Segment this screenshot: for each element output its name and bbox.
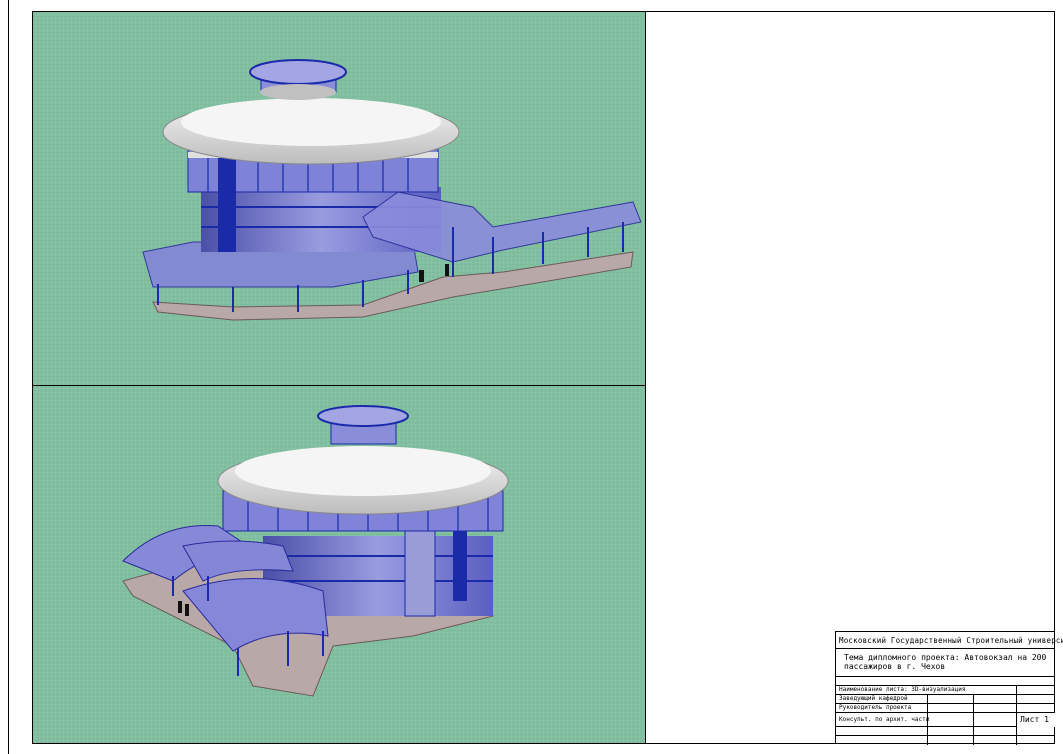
arch-consultant: Консульт. по архит. части bbox=[839, 716, 930, 723]
stamp-head-row: Заведующий кафедрой bbox=[836, 695, 1054, 704]
sheet-vertical-divider bbox=[645, 12, 646, 743]
bus-station-render-2 bbox=[33, 386, 645, 743]
project-topic: Тема дипломного проекта: Автовокзал на 2… bbox=[844, 653, 1047, 671]
render-view-bottom bbox=[33, 386, 645, 743]
stamp-sheetname-row: Наименование листа: 3D-визуализация bbox=[836, 686, 1054, 695]
sheet-name: Наименование листа: 3D-визуализация bbox=[839, 686, 966, 693]
title-block: Московский Государственный Строительный … bbox=[835, 631, 1063, 745]
stamp-blank-row-1 bbox=[836, 727, 1054, 736]
stamp-col-line bbox=[927, 695, 928, 745]
university-name: Московский Государственный Строительный … bbox=[839, 636, 1063, 645]
stamp-col-line bbox=[973, 695, 974, 745]
stamp-university-row: Московский Государственный Строительный … bbox=[836, 632, 1063, 649]
stamp-empty-row bbox=[836, 677, 1054, 686]
project-lead: Руководитель проекта bbox=[839, 704, 912, 711]
sheet-edge-line bbox=[8, 0, 9, 754]
stamp-topic-row: Тема дипломного проекта: Автовокзал на 2… bbox=[836, 649, 1054, 677]
bus-station-render-1 bbox=[33, 12, 645, 385]
stamp-lead-row: Руководитель проекта bbox=[836, 704, 1054, 713]
render-view-top bbox=[33, 12, 645, 386]
sheet-number-cell: Лист 1 bbox=[1017, 713, 1055, 727]
head-of-department: Заведующий кафедрой bbox=[839, 695, 908, 702]
sheet-number: Лист 1 bbox=[1020, 715, 1049, 724]
